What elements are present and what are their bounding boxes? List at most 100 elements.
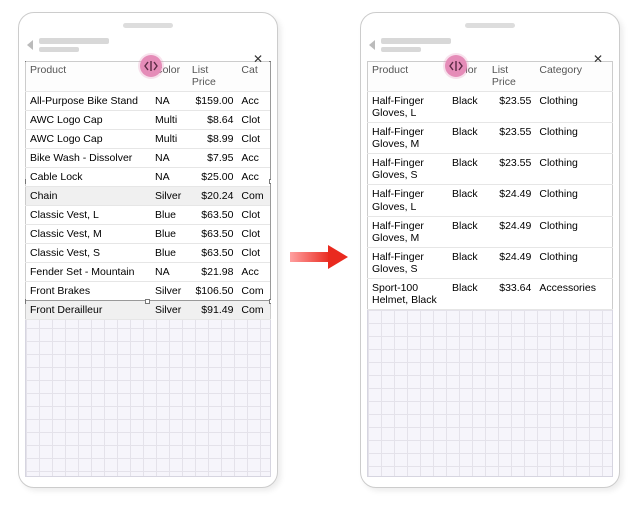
- cell-price: $106.50: [188, 282, 238, 301]
- cell-color: Black: [448, 123, 488, 154]
- cell-category: Clot: [237, 244, 270, 263]
- cell-category: Acc: [237, 263, 270, 282]
- cell-price: $24.49: [488, 185, 536, 216]
- canvas-grid: [367, 309, 613, 477]
- cell-color: Black: [448, 247, 488, 278]
- resize-handle-sw[interactable]: [25, 299, 26, 304]
- col-category[interactable]: Category: [535, 62, 612, 92]
- table-row[interactable]: Front BrakesSilver$106.50Com: [26, 282, 271, 301]
- cell-price: $63.50: [188, 206, 238, 225]
- table-row[interactable]: Half-Finger Gloves, SBlack$23.55Clothing: [368, 154, 613, 185]
- col-product[interactable]: Product: [26, 62, 152, 92]
- cell-price: $21.98: [188, 263, 238, 282]
- cell-category: Clothing: [535, 247, 612, 278]
- table-row[interactable]: Classic Vest, MBlue$63.50Clot: [26, 225, 271, 244]
- transition-arrow-icon: [290, 246, 350, 268]
- table-row[interactable]: Cable LockNA$25.00Acc: [26, 168, 271, 187]
- table-row[interactable]: Half-Finger Gloves, LBlack$23.55Clothing: [368, 92, 613, 123]
- cell-color: Black: [448, 278, 488, 309]
- column-resize-handle-icon[interactable]: [140, 55, 162, 77]
- col-price[interactable]: List Price: [488, 62, 536, 92]
- table-row[interactable]: AWC Logo CapMulti$8.99Clot: [26, 130, 271, 149]
- cell-product: Bike Wash - Dissolver: [26, 149, 152, 168]
- cell-product: Classic Vest, L: [26, 206, 152, 225]
- cell-color: Black: [448, 154, 488, 185]
- nav-bar: [19, 36, 277, 56]
- table-row[interactable]: AWC Logo CapMulti$8.64Clot: [26, 111, 271, 130]
- cell-color: Blue: [151, 244, 188, 263]
- cell-price: $33.64: [488, 278, 536, 309]
- table-row[interactable]: Fender Set - MountainNA$21.98Acc: [26, 263, 271, 282]
- table-row[interactable]: Half-Finger Gloves, MBlack$24.49Clothing: [368, 216, 613, 247]
- cell-color: Silver: [151, 187, 188, 206]
- resize-handle-se[interactable]: [269, 299, 271, 304]
- cell-price: $23.55: [488, 154, 536, 185]
- subtitle-placeholder: [39, 47, 79, 52]
- cell-product: Sport-100 Helmet, Black: [368, 278, 449, 309]
- cell-product: Half-Finger Gloves, S: [368, 247, 449, 278]
- cell-color: Silver: [151, 301, 188, 320]
- table-row[interactable]: Half-Finger Gloves, MBlack$23.55Clothing: [368, 123, 613, 154]
- cell-color: Blue: [151, 225, 188, 244]
- resize-handle-ne[interactable]: [269, 61, 271, 62]
- title-placeholder: [39, 38, 109, 44]
- cell-price: $25.00: [188, 168, 238, 187]
- cell-product: Cable Lock: [26, 168, 152, 187]
- phone-mock-after: Product Color List Price Category Half-F…: [360, 12, 620, 488]
- cell-category: Clothing: [535, 92, 612, 123]
- cell-product: Half-Finger Gloves, S: [368, 154, 449, 185]
- cell-category: Com: [237, 282, 270, 301]
- cell-color: Silver: [151, 282, 188, 301]
- cell-price: $159.00: [188, 92, 238, 111]
- table-row[interactable]: Bike Wash - DissolverNA$7.95Acc: [26, 149, 271, 168]
- cell-category: Clot: [237, 206, 270, 225]
- column-resize-handle-icon[interactable]: [445, 55, 467, 77]
- cell-product: Half-Finger Gloves, M: [368, 216, 449, 247]
- cell-color: NA: [151, 92, 188, 111]
- cell-price: $63.50: [188, 244, 238, 263]
- close-icon[interactable]: ✕: [593, 52, 603, 66]
- cell-category: Acc: [237, 149, 270, 168]
- resize-handle-nw[interactable]: [25, 61, 26, 62]
- table-row[interactable]: All-Purpose Bike StandNA$159.00Acc: [26, 92, 271, 111]
- cell-category: Clothing: [535, 123, 612, 154]
- cell-price: $20.24: [188, 187, 238, 206]
- col-product[interactable]: Product: [368, 62, 449, 92]
- cell-category: Clothing: [535, 185, 612, 216]
- table-row[interactable]: Classic Vest, LBlue$63.50Clot: [26, 206, 271, 225]
- speaker-slot: [123, 23, 173, 28]
- table-row[interactable]: Half-Finger Gloves, LBlack$24.49Clothing: [368, 185, 613, 216]
- table-row[interactable]: Classic Vest, SBlue$63.50Clot: [26, 244, 271, 263]
- cell-price: $63.50: [188, 225, 238, 244]
- resize-handle-w[interactable]: [25, 179, 26, 184]
- cell-category: Clothing: [535, 154, 612, 185]
- cell-category: Clothing: [535, 216, 612, 247]
- table-row[interactable]: ChainSilver$20.24Com: [26, 187, 271, 206]
- cell-color: NA: [151, 263, 188, 282]
- cell-price: $91.49: [188, 301, 238, 320]
- data-table-before[interactable]: Product Color List Price Cat All-Purpose…: [25, 61, 271, 320]
- col-price[interactable]: List Price: [188, 62, 238, 92]
- close-icon[interactable]: ✕: [253, 52, 263, 66]
- cell-product: Classic Vest, M: [26, 225, 152, 244]
- phone-mock-before: Product Color List Price Cat All-Purpose…: [18, 12, 278, 488]
- cell-product: Chain: [26, 187, 152, 206]
- back-icon[interactable]: [369, 40, 375, 50]
- cell-price: $24.49: [488, 216, 536, 247]
- cell-product: Half-Finger Gloves, L: [368, 92, 449, 123]
- cell-color: Blue: [151, 206, 188, 225]
- cell-product: Front Derailleur: [26, 301, 152, 320]
- col-category[interactable]: Cat: [237, 62, 270, 92]
- back-icon[interactable]: [27, 40, 33, 50]
- subtitle-placeholder: [381, 47, 421, 52]
- speaker-slot: [465, 23, 515, 28]
- cell-product: All-Purpose Bike Stand: [26, 92, 152, 111]
- resize-handle-s[interactable]: [145, 299, 150, 304]
- table-row[interactable]: Sport-100 Helmet, BlackBlack$33.64Access…: [368, 278, 613, 309]
- data-table-after[interactable]: Product Color List Price Category Half-F…: [367, 61, 613, 310]
- table-row[interactable]: Half-Finger Gloves, SBlack$24.49Clothing: [368, 247, 613, 278]
- cell-category: Acc: [237, 92, 270, 111]
- cell-category: Accessories: [535, 278, 612, 309]
- resize-handle-e[interactable]: [269, 179, 271, 184]
- cell-product: Half-Finger Gloves, M: [368, 123, 449, 154]
